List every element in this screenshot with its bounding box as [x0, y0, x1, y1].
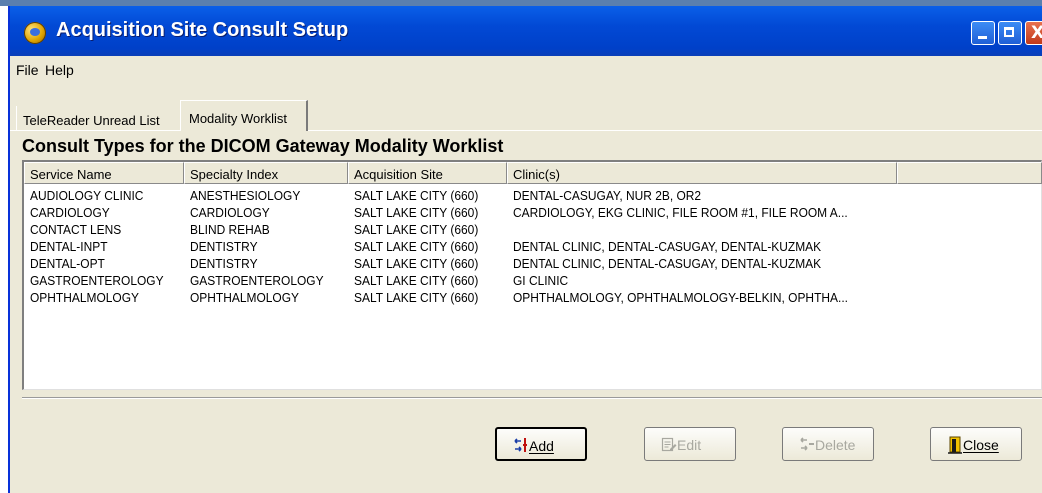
delete-button[interactable]: Delete	[782, 427, 874, 461]
close-door-icon	[947, 436, 963, 454]
cell-service-name: DENTAL-OPT	[30, 256, 105, 271]
cell-specialty-index: CARDIOLOGY	[190, 205, 270, 220]
cell-service-name: CARDIOLOGY	[30, 205, 110, 220]
list-header: Service Name Specialty Index Acquisition…	[24, 162, 1042, 184]
column-header-specialty-index[interactable]: Specialty Index	[184, 162, 348, 184]
table-row[interactable]: CARDIOLOGY CARDIOLOGY SALT LAKE CITY (66…	[24, 203, 1041, 220]
cell-acquisition-site: SALT LAKE CITY (660)	[354, 205, 479, 220]
table-row[interactable]: OPHTHALMOLOGY OPHTHALMOLOGY SALT LAKE CI…	[24, 288, 1041, 305]
cell-service-name: AUDIOLOGY CLINIC	[30, 188, 144, 203]
delete-icon	[799, 436, 815, 452]
cell-service-name: GASTROENTEROLOGY	[30, 273, 164, 288]
menu-bar: File Help	[10, 56, 1042, 82]
table-row[interactable]: AUDIOLOGY CLINIC ANESTHESIOLOGY SALT LAK…	[24, 186, 1041, 203]
menu-help[interactable]: Help	[45, 62, 74, 78]
cell-specialty-index: DENTISTRY	[190, 239, 258, 254]
tab-strip-divider	[10, 130, 1042, 131]
edit-label: Edit	[677, 437, 702, 453]
table-row[interactable]: GASTROENTEROLOGY GASTROENTEROLOGY SALT L…	[24, 271, 1041, 288]
close-window-button[interactable]	[1025, 21, 1042, 45]
add-button[interactable]: Add	[495, 427, 587, 461]
cell-service-name: DENTAL-INPT	[30, 239, 108, 254]
minimize-button[interactable]	[971, 21, 995, 45]
tab-telereader-unread-list[interactable]: TeleReader Unread List	[16, 106, 180, 130]
column-header-clinics[interactable]: Clinic(s)	[507, 162, 897, 184]
table-row[interactable]: CONTACT LENS BLIND REHAB SALT LAKE CITY …	[24, 220, 1041, 237]
add-label: Add	[529, 438, 554, 454]
table-row[interactable]: DENTAL-OPT DENTISTRY SALT LAKE CITY (660…	[24, 254, 1041, 271]
edit-button[interactable]: Edit	[644, 427, 736, 461]
column-header-empty[interactable]	[897, 162, 1042, 184]
cell-clinics: DENTAL CLINIC, DENTAL-CASUGAY, DENTAL-KU…	[513, 256, 822, 271]
app-window: Acquisition Site Consult Setup File Help…	[8, 6, 1042, 493]
cell-acquisition-site: SALT LAKE CITY (660)	[354, 188, 479, 203]
section-title: Consult Types for the DICOM Gateway Moda…	[22, 136, 504, 156]
app-icon	[24, 22, 46, 44]
tab-modality-worklist[interactable]: Modality Worklist	[180, 100, 308, 131]
cell-specialty-index: OPHTHALMOLOGY	[190, 290, 299, 305]
cell-service-name: OPHTHALMOLOGY	[30, 290, 139, 305]
button-area-divider-highlight	[22, 398, 1042, 399]
cell-clinics: OPHTHALMOLOGY, OPHTHALMOLOGY-BELKIN, OPH…	[513, 290, 848, 305]
maximize-button[interactable]	[998, 21, 1022, 45]
column-header-service-name[interactable]: Service Name	[24, 162, 184, 184]
delete-label: Delete	[815, 437, 856, 453]
cell-clinics: DENTAL-CASUGAY, NUR 2B, OR2	[513, 188, 702, 203]
edit-icon	[661, 436, 677, 452]
cell-specialty-index: ANESTHESIOLOGY	[190, 188, 301, 203]
list-rows: AUDIOLOGY CLINIC ANESTHESIOLOGY SALT LAK…	[24, 186, 1041, 305]
cell-acquisition-site: SALT LAKE CITY (660)	[354, 256, 479, 271]
cell-specialty-index: GASTROENTEROLOGY	[190, 273, 324, 288]
close-button[interactable]: Close	[930, 427, 1022, 461]
cell-service-name: CONTACT LENS	[30, 222, 122, 237]
cell-clinics: GI CLINIC	[513, 273, 569, 288]
close-label: Close	[963, 437, 999, 453]
cell-acquisition-site: SALT LAKE CITY (660)	[354, 222, 479, 237]
menu-file[interactable]: File	[16, 62, 39, 78]
window-title: Acquisition Site Consult Setup	[56, 19, 349, 41]
cell-clinics: CARDIOLOGY, EKG CLINIC, FILE ROOM #1, FI…	[513, 205, 848, 220]
cell-clinics: DENTAL CLINIC, DENTAL-CASUGAY, DENTAL-KU…	[513, 239, 822, 254]
cell-specialty-index: DENTISTRY	[190, 256, 258, 271]
title-bar[interactable]: Acquisition Site Consult Setup	[10, 6, 1042, 56]
cell-acquisition-site: SALT LAKE CITY (660)	[354, 239, 479, 254]
add-icon	[513, 437, 529, 453]
consult-types-list[interactable]: Service Name Specialty Index Acquisition…	[22, 160, 1042, 390]
column-header-acquisition-site[interactable]: Acquisition Site	[348, 162, 507, 184]
cell-specialty-index: BLIND REHAB	[190, 222, 270, 237]
table-row[interactable]: DENTAL-INPT DENTISTRY SALT LAKE CITY (66…	[24, 237, 1041, 254]
cell-acquisition-site: SALT LAKE CITY (660)	[354, 273, 479, 288]
cell-acquisition-site: SALT LAKE CITY (660)	[354, 290, 479, 305]
